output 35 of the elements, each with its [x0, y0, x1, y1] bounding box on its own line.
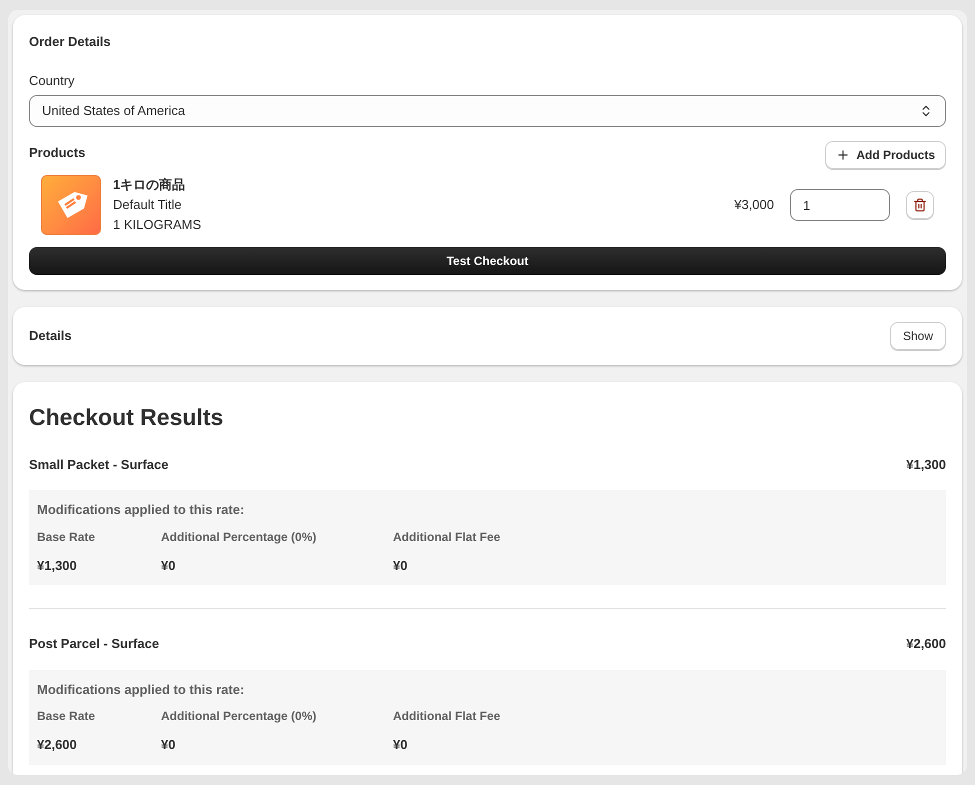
delete-button[interactable]: [906, 191, 934, 219]
column-label: Base Rate: [37, 708, 96, 725]
product-weight: 1 KILOGRAMS: [113, 216, 202, 234]
quantity-field[interactable]: 1: [790, 189, 890, 221]
product-price: ¥3,000: [734, 196, 774, 214]
product-variant: Default Title: [113, 196, 183, 214]
field-label: Country: [29, 72, 76, 90]
rate-total: ¥1,300: [906, 456, 946, 474]
column-label: Additional Flat Fee: [393, 528, 502, 546]
section-label: Products: [29, 144, 86, 162]
modifications-title: Modifications applied to this rate:: [37, 680, 246, 699]
column-value: ¥0: [393, 736, 408, 754]
add-products-button[interactable]: Add Products: [825, 141, 946, 169]
card-title: Details: [29, 327, 72, 346]
rate-total: ¥2,600: [906, 635, 946, 653]
test-checkout-button[interactable]: Test Checkout: [29, 247, 946, 275]
plus-icon: [836, 148, 850, 162]
column-label: Additional Percentage (0%): [161, 708, 318, 725]
rate-name: Post Parcel - Surface: [29, 635, 160, 653]
country-select[interactable]: United States of America: [29, 95, 946, 127]
column-label: Base Rate: [37, 528, 96, 546]
trash-icon: [913, 198, 927, 212]
results-title: Checkout Results: [29, 403, 224, 432]
column-label: Additional Percentage (0%): [161, 528, 318, 546]
column-value: ¥0: [161, 736, 176, 754]
column-value: ¥1,300: [37, 556, 78, 574]
modifications-title: Modifications applied to this rate:: [37, 501, 246, 519]
product-name: 1キロの商品: [113, 176, 186, 194]
card-title: Order Details: [29, 33, 112, 51]
rate-name: Small Packet - Surface: [29, 456, 168, 474]
column-label: Additional Flat Fee: [393, 708, 502, 725]
column-value: ¥0: [161, 556, 176, 574]
column-value: ¥0: [393, 556, 408, 574]
column-value: ¥2,600: [37, 736, 78, 754]
show-button[interactable]: Show: [890, 322, 946, 350]
